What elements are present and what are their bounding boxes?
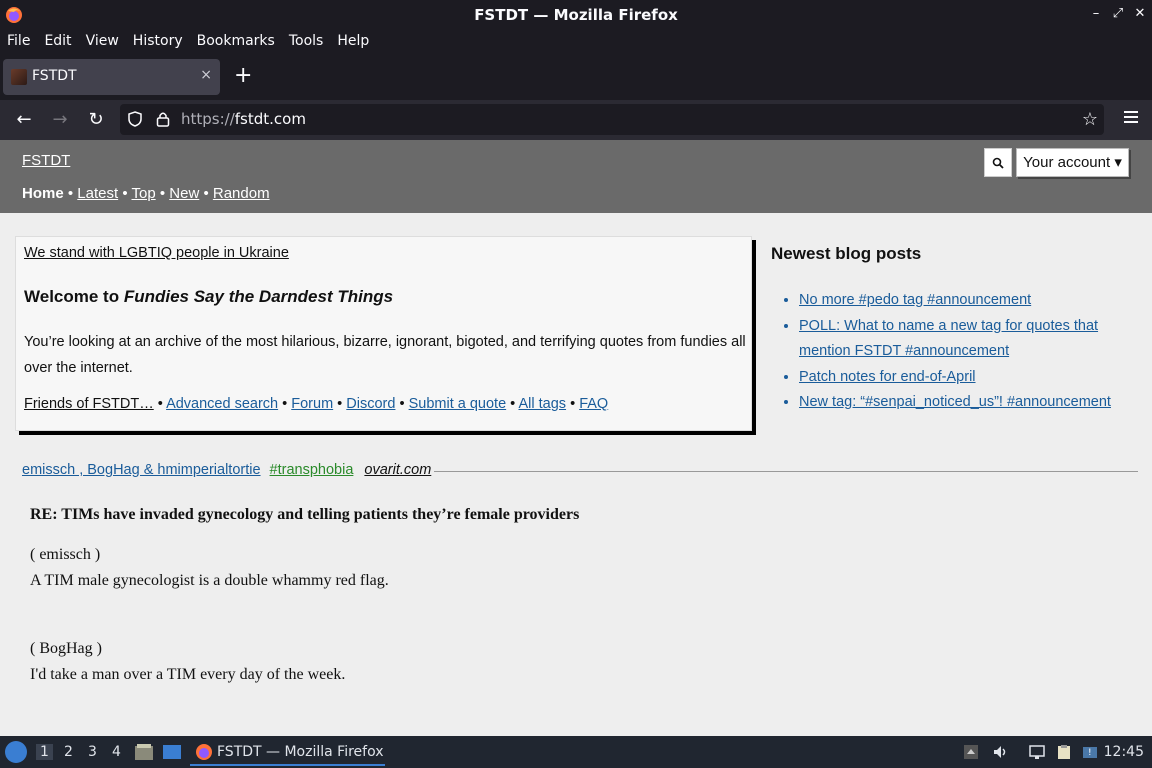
nav-new[interactable]: New (169, 185, 199, 202)
discord-link[interactable]: Discord (346, 396, 395, 412)
search-button[interactable] (984, 148, 1012, 177)
site-description: You’re looking at an archive of the most… (24, 334, 746, 376)
tab-bar: FSTDT × + (0, 54, 1152, 100)
quote-text: I'd take a man over a TIM every day of t… (30, 666, 346, 683)
tracking-shield-icon[interactable] (127, 111, 143, 127)
nav-latest[interactable]: Latest (77, 185, 118, 202)
menu-bookmarks[interactable]: Bookmarks (197, 30, 275, 54)
desktop-icon[interactable] (162, 743, 182, 761)
web-page: FSTDT Home • Latest • Top • New • Random… (0, 140, 1152, 736)
menu-view[interactable]: View (86, 30, 119, 54)
all-tags-link[interactable]: All tags (518, 396, 566, 412)
site-nav: Home • Latest • Top • New • Random (22, 185, 270, 202)
quote-author: ( emissch ) (30, 546, 101, 563)
forum-link[interactable]: Forum (291, 396, 333, 412)
menu-bar: File Edit View History Bookmarks Tools H… (0, 30, 1152, 54)
tab-fstdt[interactable]: FSTDT × (3, 59, 220, 95)
menu-help[interactable]: Help (337, 30, 369, 54)
network-icon[interactable] (1029, 744, 1045, 760)
blog-heading: Newest blog posts (771, 244, 922, 263)
url-text[interactable]: https://fstdt.com (181, 110, 306, 128)
firefox-icon (196, 744, 212, 760)
clipboard-icon[interactable] (1056, 744, 1072, 760)
nav-home[interactable]: Home (22, 185, 64, 202)
divider (434, 471, 1138, 472)
intro-box: We stand with LGBTIQ people in Ukraine W… (15, 236, 752, 431)
quote-source-link[interactable]: ovarit.com (364, 462, 431, 478)
quote-body: RE: TIMs have invaded gynecology and tel… (30, 506, 579, 688)
menu-edit[interactable]: Edit (44, 30, 71, 54)
blog-post-link[interactable]: POLL: What to name a new tag for quotes … (799, 318, 1098, 360)
new-tab-button[interactable]: + (234, 65, 252, 87)
menu-tools[interactable]: Tools (289, 30, 324, 54)
blog-post-link[interactable]: Patch notes for end-of-April (799, 369, 976, 385)
quote-author: ( BogHag ) (30, 640, 102, 657)
blog-sidebar: Newest blog posts No more #pedo tag #ann… (771, 244, 1141, 410)
menu-file[interactable]: File (7, 30, 30, 54)
start-menu-icon[interactable] (5, 741, 27, 763)
taskbar: 1 2 3 4 FSTDT — Mozilla Firefox ! 12:45 (0, 736, 1152, 768)
blog-post-item: POLL: What to name a new tag for quotes … (799, 314, 1139, 365)
file-manager-icon[interactable] (134, 743, 154, 761)
blog-post-item: New tag: “#senpai_noticed_us”! #announce… (799, 390, 1139, 416)
blog-post-item: Patch notes for end-of-April (799, 365, 1139, 391)
faq-link[interactable]: FAQ (579, 396, 608, 412)
tab-label: FSTDT (32, 68, 77, 84)
blog-post-link[interactable]: No more #pedo tag #announcement (799, 292, 1031, 308)
search-icon (992, 157, 1004, 169)
taskbar-firefox-task[interactable]: FSTDT — Mozilla Firefox (190, 738, 385, 766)
workspace-1[interactable]: 1 (36, 744, 53, 760)
svg-text:!: ! (1088, 748, 1092, 758)
quote-authors-link[interactable]: emissch , BogHag & hmimperialtortie (22, 462, 261, 478)
task-label: FSTDT — Mozilla Firefox (217, 744, 384, 760)
advanced-search-link[interactable]: Advanced search (166, 396, 278, 412)
forward-icon[interactable]: → (49, 109, 71, 131)
close-window-button[interactable]: ✕ (1134, 6, 1146, 21)
friends-link[interactable]: Friends of FSTDT… (24, 396, 154, 412)
window-titlebar: FSTDT — Mozilla Firefox – ⤢ ✕ (0, 0, 1152, 30)
menu-history[interactable]: History (133, 30, 183, 54)
window-title: FSTDT — Mozilla Firefox (474, 6, 678, 24)
your-account-button[interactable]: Your account ▾ (1016, 148, 1129, 177)
welcome-heading: Welcome to Fundies Say the Darndest Thin… (24, 287, 394, 306)
back-icon[interactable]: ← (13, 109, 35, 131)
intro-links: Friends of FSTDT… • Advanced search • Fo… (24, 396, 609, 412)
reload-icon[interactable]: ↻ (85, 109, 107, 131)
volume-icon[interactable] (992, 744, 1008, 760)
bookmark-star-icon[interactable]: ☆ (1082, 109, 1098, 130)
minimize-button[interactable]: – (1090, 6, 1102, 21)
nav-random[interactable]: Random (213, 185, 270, 202)
blog-post-item: No more #pedo tag #announcement (799, 288, 1139, 314)
tab-close-icon[interactable]: × (200, 67, 212, 83)
maximize-button[interactable]: ⤢ (1112, 6, 1124, 21)
nav-top[interactable]: Top (131, 185, 155, 202)
notification-icon[interactable]: ! (1082, 744, 1098, 760)
blog-list: No more #pedo tag #announcement POLL: Wh… (799, 288, 1139, 416)
quote-tag-link[interactable]: #transphobia (270, 462, 354, 478)
quote-title: RE: TIMs have invaded gynecology and tel… (30, 506, 580, 523)
navigation-toolbar: ← → ↻ https://fstdt.com ☆ (0, 100, 1152, 140)
fstdt-favicon-icon (11, 69, 27, 85)
quote-text: A TIM male gynecologist is a double wham… (30, 572, 389, 589)
site-title-link[interactable]: FSTDT (22, 152, 70, 169)
blog-post-link[interactable]: New tag: “#senpai_noticed_us”! #announce… (799, 394, 1111, 410)
app-menu-icon[interactable] (1124, 111, 1138, 125)
url-bar[interactable]: https://fstdt.com ☆ (120, 104, 1104, 135)
submit-quote-link[interactable]: Submit a quote (409, 396, 507, 412)
workspace-2[interactable]: 2 (64, 744, 73, 760)
site-header: FSTDT Home • Latest • Top • New • Random… (0, 140, 1152, 213)
lock-icon[interactable] (156, 111, 170, 127)
quote-meta: emissch , BogHag & hmimperialtortie #tra… (22, 462, 431, 478)
workspace-3[interactable]: 3 (88, 744, 97, 760)
tray-up-icon[interactable] (963, 744, 979, 760)
ukraine-link[interactable]: We stand with LGBTIQ people in Ukraine (24, 245, 289, 261)
clock: 12:45 (1103, 744, 1144, 760)
workspace-4[interactable]: 4 (112, 744, 121, 760)
